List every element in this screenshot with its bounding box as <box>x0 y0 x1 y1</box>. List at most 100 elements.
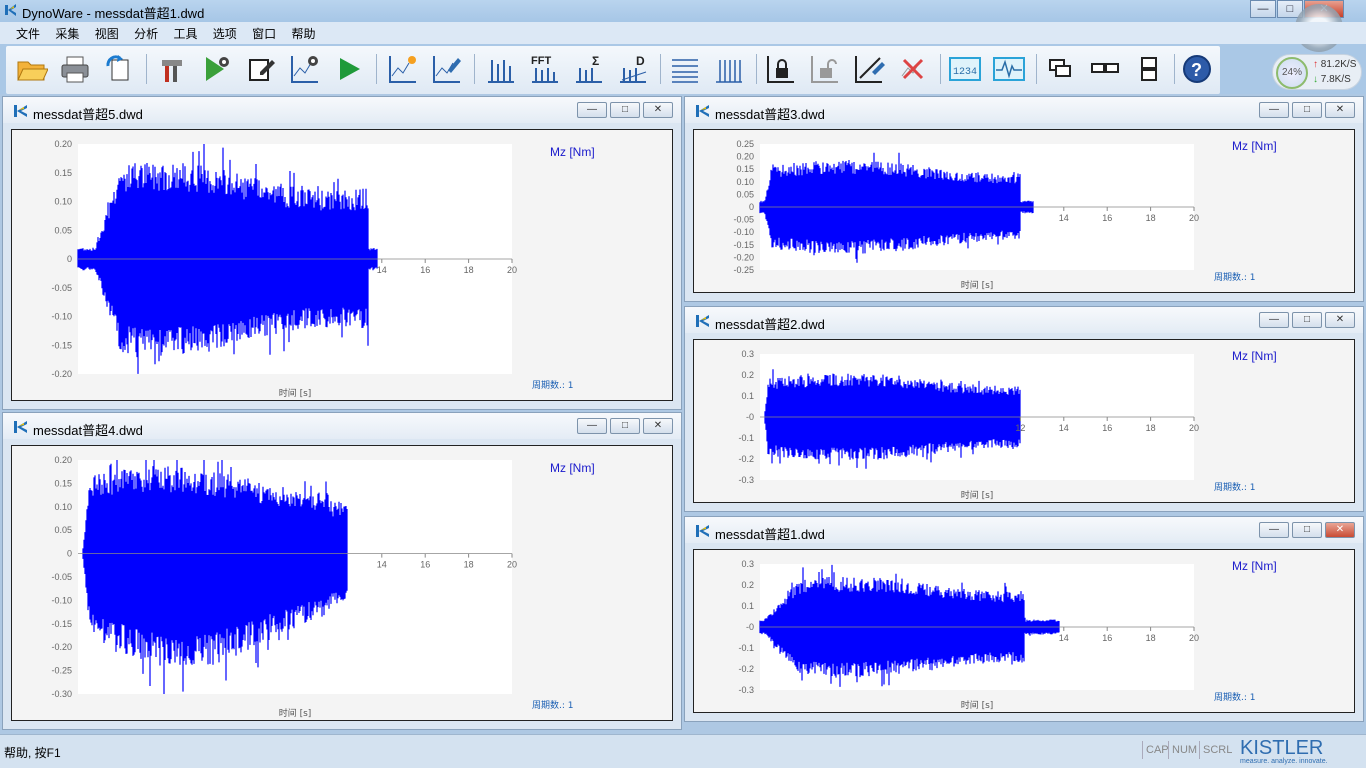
child-window-title: messdat普超2.dwd <box>715 317 825 332</box>
svg-text:1234: 1234 <box>953 67 977 78</box>
x-tick-label: 20 <box>1189 213 1199 223</box>
minimize-button[interactable]: — <box>1250 0 1276 18</box>
grid-h-icon[interactable] <box>668 52 702 86</box>
graph-setup-icon[interactable] <box>288 52 322 86</box>
chart-window-4[interactable]: messdat普超4.dwd — □ ✕ 0.20 0.15 0.10 0.05 0 -0.05 -… <box>2 412 682 730</box>
child-minimize-button[interactable]: — <box>577 102 607 118</box>
unlock-icon[interactable] <box>808 52 842 86</box>
menu-tools[interactable]: 工具 <box>167 22 203 42</box>
print-icon[interactable] <box>58 52 92 86</box>
plot-area[interactable]: 0.20 0.15 0.10 0.05 0 -0.05 -0.10 -0.15 -0.20 -0.… <box>11 445 673 721</box>
child-window-title: messdat普超4.dwd <box>33 423 143 438</box>
chart-window-2[interactable]: messdat普超2.dwd — □ ✕ 0.3 0.2 0.1 -0 -0.1 -0.2 -0.3… <box>684 306 1364 512</box>
oscilloscope-icon[interactable] <box>992 52 1026 86</box>
y-tick-label: 0.05 <box>736 189 754 199</box>
child-close-button[interactable]: ✕ <box>643 102 673 118</box>
plot-area[interactable]: 0.3 0.2 0.1 -0 -0.1 -0.2 -0.3 12 14 16 18 20 时间 [s] M… <box>693 339 1355 503</box>
acquire-setup-icon[interactable] <box>200 52 234 86</box>
y-tick-label: 0.15 <box>54 168 72 178</box>
child-title-bar[interactable]: messdat普超1.dwd — □ ✕ <box>685 517 1363 543</box>
x-tick-label: 20 <box>507 265 517 275</box>
x-axis-label: 时间 [s] <box>961 699 994 711</box>
waveform-chart: 0.25 0.20 0.15 0.10 0.05 0 -0.05 -0.10 -0.15 -0.2… <box>733 139 1276 291</box>
export-icon[interactable] <box>102 52 136 86</box>
drift-icon[interactable]: D <box>616 52 650 86</box>
svg-text:FFT: FFT <box>531 55 551 67</box>
title-bar: DynoWare - messdat普超1.dwd — □ ✕ <box>0 0 1366 22</box>
cycle-count-label: 周期数.: 1 <box>1214 271 1255 283</box>
child-minimize-button[interactable]: — <box>1259 312 1289 328</box>
y-tick-label: 0.20 <box>54 139 72 149</box>
y-tick-label: -0.25 <box>733 265 754 275</box>
menu-window[interactable]: 窗口 <box>246 22 282 42</box>
child-title-bar[interactable]: messdat普超2.dwd — □ ✕ <box>685 307 1363 333</box>
draw-icon[interactable] <box>430 52 464 86</box>
zoom-icon[interactable] <box>852 52 886 86</box>
child-close-button[interactable]: ✕ <box>1325 312 1355 328</box>
child-maximize-button[interactable]: □ <box>610 102 640 118</box>
menu-help[interactable]: 帮助 <box>286 22 322 42</box>
child-close-button[interactable]: ✕ <box>643 418 673 434</box>
numeric-display-icon[interactable]: 1234 <box>948 52 982 86</box>
child-maximize-button[interactable]: □ <box>1292 102 1322 118</box>
menu-analysis[interactable]: 分析 <box>128 22 164 42</box>
y-tick-label: -0.10 <box>733 227 754 237</box>
plot-area[interactable]: 0.25 0.20 0.15 0.10 0.05 0 -0.05 -0.10 -0.15 -0.2… <box>693 129 1355 293</box>
x-tick-label: 14 <box>1059 213 1069 223</box>
network-speed-widget[interactable]: 24% ↑ 81.2K/S ↓ 7.8K/S <box>1272 54 1362 90</box>
tile-v-icon[interactable] <box>1132 52 1166 86</box>
fft-icon[interactable]: FFT <box>528 52 562 86</box>
child-minimize-button[interactable]: — <box>1259 102 1289 118</box>
channel-label: Mz [Nm] <box>1232 559 1277 573</box>
dynoware-app-icon <box>5 4 16 16</box>
kistler-logo: KISTLER measure. analyze. innovate. <box>1240 737 1328 765</box>
child-maximize-button[interactable]: □ <box>610 418 640 434</box>
child-close-button[interactable]: ✕ <box>1325 522 1355 538</box>
edit-icon[interactable] <box>244 52 278 86</box>
y-tick-label: 0.1 <box>741 391 754 401</box>
lock-icon[interactable] <box>764 52 798 86</box>
cascade-icon[interactable] <box>1044 52 1078 86</box>
toolbar: FFT Σ D 1234 ? <box>6 46 1220 94</box>
plot-area[interactable]: 0.20 0.15 0.10 0.05 0 -0.05 -0.10 -0.15 -0.20 14 1… <box>11 129 673 401</box>
menu-options[interactable]: 选项 <box>207 22 243 42</box>
y-tick-label: 0.10 <box>54 197 72 207</box>
dwd-file-icon <box>14 421 27 433</box>
chart-window-1[interactable]: messdat普超1.dwd — □ ✕ 0.3 0.2 0.1 -0 -0.1 -0.2 -0.3… <box>684 516 1364 722</box>
child-minimize-button[interactable]: — <box>1259 522 1289 538</box>
y-tick-label: -0.10 <box>51 595 72 605</box>
plot-area[interactable]: 0.3 0.2 0.1 -0 -0.1 -0.2 -0.3 14 16 18 20 时间 [s] Mz … <box>693 549 1355 713</box>
x-tick-label: 18 <box>1146 423 1156 433</box>
cycle-count-label: 周期数.: 1 <box>1214 481 1255 493</box>
sum-icon[interactable]: Σ <box>572 52 606 86</box>
x-tick-label: 14 <box>377 265 387 275</box>
help-icon[interactable]: ? <box>1180 52 1214 86</box>
y-tick-label: 0.05 <box>54 225 72 235</box>
chart-window-3[interactable]: messdat普超3.dwd — □ ✕ 0.25 0.20 0.15 0.10 0.05 0 -0… <box>684 96 1364 302</box>
child-minimize-button[interactable]: — <box>577 418 607 434</box>
svg-text:?: ? <box>1191 60 1202 80</box>
x-tick-label: 16 <box>1102 633 1112 643</box>
child-maximize-button[interactable]: □ <box>1292 522 1322 538</box>
child-close-button[interactable]: ✕ <box>1325 102 1355 118</box>
x-tick-label: 12 <box>1015 423 1025 433</box>
chart-window-5[interactable]: messdat普超5.dwd — □ ✕ 0.20 0.15 0.10 0.05 0 -0.05 -… <box>2 96 682 410</box>
filter-icon[interactable] <box>484 52 518 86</box>
x-tick-label: 18 <box>464 560 474 570</box>
child-title-bar[interactable]: messdat普超5.dwd — □ ✕ <box>3 97 681 123</box>
menu-view[interactable]: 视图 <box>89 22 125 42</box>
child-maximize-button[interactable]: □ <box>1292 312 1322 328</box>
y-tick-label: 0.05 <box>54 525 72 535</box>
child-title-bar[interactable]: messdat普超4.dwd — □ ✕ <box>3 413 681 439</box>
open-icon[interactable] <box>14 52 49 86</box>
tools-icon[interactable] <box>156 52 190 86</box>
cursor-icon[interactable] <box>386 52 420 86</box>
delete-curve-icon[interactable] <box>896 52 930 86</box>
child-title-bar[interactable]: messdat普超3.dwd — □ ✕ <box>685 97 1363 123</box>
menu-acquire[interactable]: 采集 <box>49 22 85 42</box>
grid-v-icon[interactable] <box>712 52 746 86</box>
start-icon[interactable] <box>332 52 366 86</box>
y-tick-label: 0.10 <box>54 502 72 512</box>
menu-file[interactable]: 文件 <box>10 22 46 42</box>
tile-h-icon[interactable] <box>1088 52 1122 86</box>
